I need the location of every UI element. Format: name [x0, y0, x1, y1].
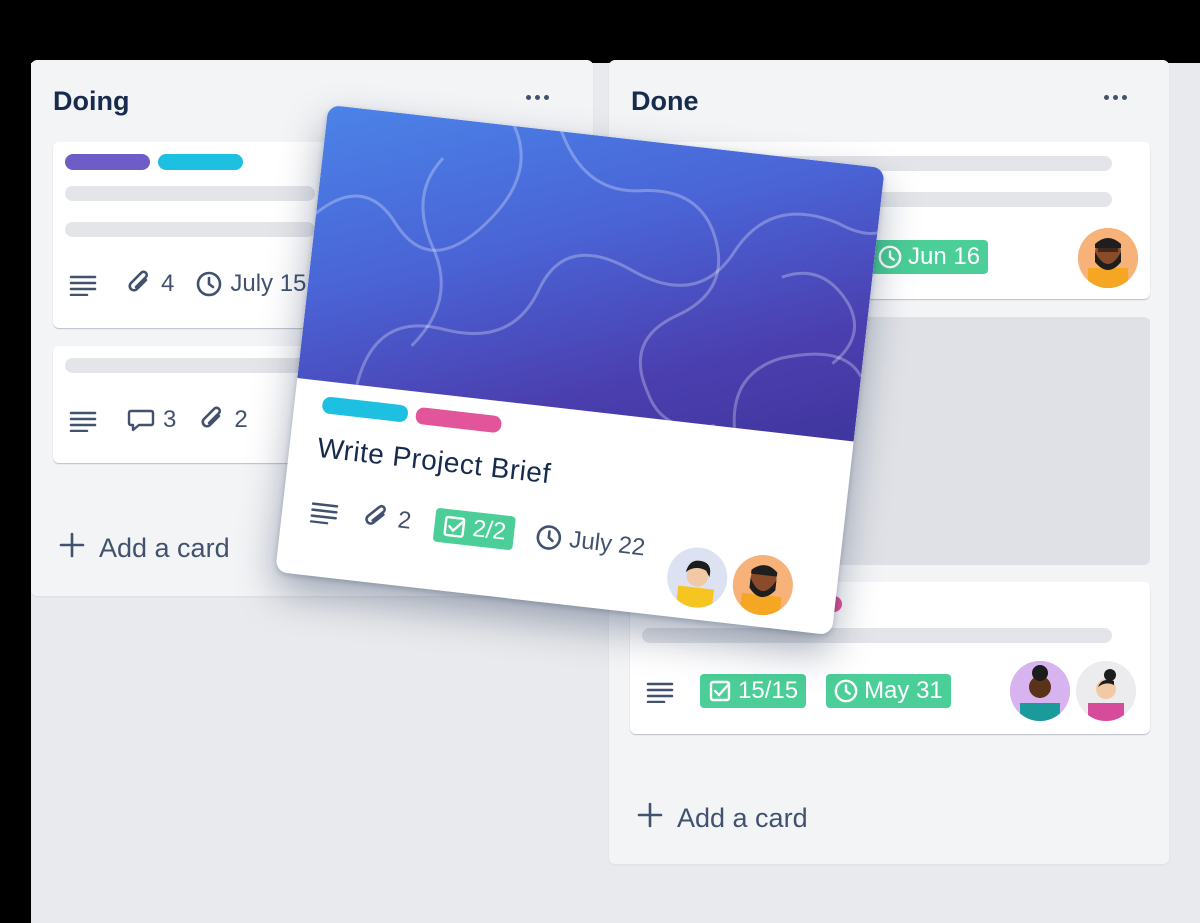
- card-badges: Jun 16: [870, 240, 989, 274]
- add-card-label: Add a card: [99, 533, 230, 563]
- add-card-button[interactable]: Add a card: [637, 802, 808, 835]
- checklist-badge: 15/15: [700, 674, 807, 708]
- avatar: [1078, 228, 1138, 288]
- add-card-label: Add a card: [677, 803, 808, 833]
- add-card-button[interactable]: Add a card: [59, 532, 230, 565]
- description-icon: [69, 408, 97, 432]
- due-date: May 31: [864, 677, 943, 704]
- list-menu-button[interactable]: [1095, 80, 1135, 114]
- description-icon: [69, 272, 97, 296]
- dragged-card[interactable]: Write Project Brief 2 2/2 July 22: [275, 104, 885, 636]
- card-badges: 4 July 15: [69, 270, 306, 298]
- placeholder-text: [65, 358, 325, 373]
- comment-icon: [127, 407, 155, 433]
- placeholder-text: [642, 628, 1112, 643]
- due-date-badge: Jun 16: [870, 240, 989, 274]
- description-icon: [646, 679, 674, 703]
- card-badges: 3 2: [69, 406, 248, 434]
- checklist-count: 15/15: [738, 677, 799, 704]
- due-date: July 15: [230, 270, 307, 297]
- card-title: Write Project Brief: [315, 431, 553, 490]
- avatar: [1076, 661, 1136, 721]
- clock-icon: [196, 271, 222, 297]
- due-date: July 22: [567, 525, 647, 562]
- card-badges: 15/15 May 31: [646, 674, 951, 708]
- checklist-icon: [443, 515, 466, 538]
- clock-icon: [534, 523, 563, 552]
- description-icon: [309, 498, 340, 525]
- checklist-icon: [709, 680, 731, 702]
- avatar: [1010, 661, 1070, 721]
- attachment-count: 4: [161, 270, 175, 297]
- attachment-icon: [362, 503, 391, 534]
- label-cyan: [158, 154, 243, 170]
- placeholder-text: [65, 186, 315, 201]
- attachment-count: 2: [234, 406, 248, 433]
- clock-icon: [878, 245, 902, 269]
- label-cyan: [321, 396, 409, 423]
- avatar: [664, 544, 731, 611]
- attachment-icon: [200, 406, 226, 434]
- card-badges: 2 2/2 July 22: [308, 493, 647, 565]
- more-icon: [1103, 94, 1109, 100]
- plus-icon: [59, 532, 85, 565]
- label-purple: [65, 154, 150, 170]
- attachment-count: 2: [396, 506, 413, 535]
- list-title: Done: [631, 86, 699, 116]
- placeholder-text: [65, 222, 315, 237]
- more-icon: [525, 94, 531, 100]
- due-date: Jun 16: [908, 243, 981, 270]
- due-date-badge: May 31: [826, 674, 951, 708]
- plus-icon: [637, 802, 663, 835]
- label-pink: [414, 406, 503, 434]
- clock-icon: [834, 679, 858, 703]
- attachment-icon: [127, 270, 153, 298]
- comment-count: 3: [163, 406, 177, 433]
- list-title: Doing: [53, 86, 130, 116]
- list-menu-button[interactable]: [517, 80, 557, 114]
- checklist-count: 2/2: [471, 514, 508, 546]
- avatar: [729, 551, 797, 619]
- checklist-badge: 2/2: [433, 507, 516, 551]
